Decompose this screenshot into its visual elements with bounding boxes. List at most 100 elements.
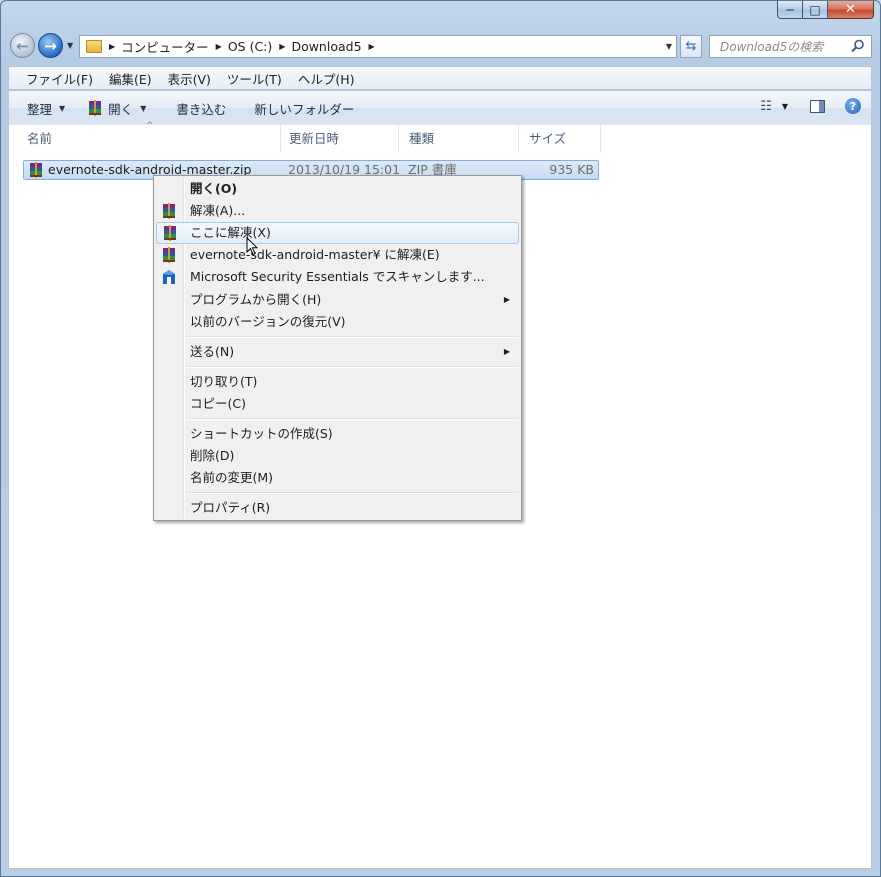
- column-size-label: サイズ: [529, 131, 567, 146]
- menu-item-create-shortcut[interactable]: ショートカットの作成(S): [156, 423, 519, 445]
- menu-item-rename[interactable]: 名前の変更(M): [156, 467, 519, 489]
- menu-item-cut[interactable]: 切り取り(T): [156, 371, 519, 393]
- column-type-label: 種類: [409, 131, 435, 146]
- forward-button[interactable]: →: [38, 33, 63, 58]
- view-options-icon[interactable]: ☷: [760, 99, 772, 114]
- menu-item-copy[interactable]: コピー(C): [156, 393, 519, 415]
- refresh-icon: ⇆: [685, 39, 697, 54]
- submenu-arrow-icon: ▶: [503, 347, 510, 356]
- breadcrumb-separator-icon[interactable]: ▶: [109, 42, 115, 51]
- menu-edit[interactable]: 編集(E): [101, 69, 160, 88]
- security-essentials-icon: [163, 270, 175, 284]
- navigation-bar: ← → ▼ ▶ コンピューター ▶ OS (C:) ▶ Download5 ▶ …: [1, 31, 880, 63]
- burn-label: 書き込む: [176, 101, 227, 117]
- breadcrumb-separator-icon[interactable]: ▶: [216, 42, 222, 51]
- winrar-archive-icon: [30, 162, 42, 178]
- menu-item-cut-label: 切り取り(T): [190, 374, 258, 389]
- menu-item-extract-here-label: ここに解凍(X): [190, 225, 271, 240]
- menu-item-scan[interactable]: Microsoft Security Essentials でスキャンします..…: [156, 266, 519, 288]
- close-icon: ✕: [845, 2, 856, 17]
- menu-separator: [186, 336, 519, 338]
- winrar-icon: [163, 203, 175, 219]
- column-header-type[interactable]: 種類: [399, 125, 519, 153]
- help-icon[interactable]: ?: [845, 98, 861, 114]
- chevron-down-icon[interactable]: ▼: [782, 102, 788, 111]
- menu-item-restore-versions[interactable]: 以前のバージョンの復元(V): [156, 311, 519, 333]
- menu-item-send-to-label: 送る(N): [190, 344, 235, 359]
- menu-item-open-with[interactable]: プログラムから開く(H) ▶: [156, 289, 519, 311]
- file-size: 935 KB: [549, 162, 594, 177]
- menu-tools[interactable]: ツール(T): [219, 69, 290, 88]
- column-name-label: 名前: [27, 131, 53, 146]
- maximize-icon: □: [809, 2, 821, 17]
- new-folder-button[interactable]: 新しいフォルダー: [254, 99, 354, 118]
- command-bar-right: ☷ ▼ ?: [760, 98, 861, 114]
- menu-item-delete-label: 削除(D): [190, 448, 235, 463]
- menu-file[interactable]: ファイル(F): [9, 69, 101, 88]
- menu-item-properties[interactable]: プロパティ(R): [156, 497, 519, 519]
- mouse-cursor-icon: [246, 237, 258, 256]
- organize-label: 整理: [27, 101, 53, 117]
- menu-item-shortcut-label: ショートカットの作成(S): [190, 426, 333, 441]
- menu-separator: [186, 492, 519, 494]
- menu-item-copy-label: コピー(C): [190, 396, 246, 411]
- search-icon[interactable]: [851, 39, 865, 53]
- address-history-dropdown[interactable]: ▼: [666, 42, 672, 51]
- breadcrumb-computer[interactable]: コンピューター: [121, 37, 209, 56]
- column-headers: 名前 ^ 更新日時 種類 サイズ: [9, 121, 871, 153]
- breadcrumb-os-drive[interactable]: OS (C:): [228, 39, 272, 54]
- address-bar[interactable]: ▶ コンピューター ▶ OS (C:) ▶ Download5 ▶ ▼: [79, 35, 677, 58]
- minimize-icon: ─: [786, 2, 794, 17]
- menu-item-properties-label: プロパティ(R): [190, 500, 271, 515]
- menu-item-restore-label: 以前のバージョンの復元(V): [190, 314, 346, 329]
- command-bar: 整理 ▼ 開く ▼ 書き込む 新しいフォルダー ☷ ▼ ?: [8, 91, 872, 125]
- folder-icon: [86, 40, 102, 53]
- menu-help[interactable]: ヘルプ(H): [290, 69, 363, 88]
- sort-ascending-icon: ^: [146, 121, 154, 131]
- search-box[interactable]: [709, 35, 872, 58]
- menu-item-extract-label: 解凍(A)...: [190, 203, 246, 218]
- menu-item-delete[interactable]: 削除(D): [156, 445, 519, 467]
- menu-item-extract-to-label: evernote-sdk-android-master¥ に解凍(E): [190, 247, 440, 262]
- menu-item-extract[interactable]: 解凍(A)...: [156, 200, 519, 222]
- menu-item-extract-to-folder[interactable]: evernote-sdk-android-master¥ に解凍(E): [156, 244, 519, 266]
- menu-item-open[interactable]: 開く(O): [156, 178, 519, 200]
- caption-buttons: ─ □ ✕: [777, 1, 874, 19]
- refresh-button[interactable]: ⇆: [680, 35, 702, 58]
- column-date-label: 更新日時: [289, 131, 340, 146]
- winrar-icon: [163, 247, 175, 263]
- column-header-size[interactable]: サイズ: [519, 125, 601, 153]
- forward-arrow-icon: →: [44, 36, 57, 55]
- breadcrumb-separator-icon[interactable]: ▶: [369, 42, 375, 51]
- organize-button[interactable]: 整理 ▼: [27, 99, 65, 118]
- menu-item-send-to[interactable]: 送る(N) ▶: [156, 341, 519, 363]
- menu-item-open-with-label: プログラムから開く(H): [190, 292, 322, 307]
- submenu-arrow-icon: ▶: [503, 295, 510, 304]
- menu-item-rename-label: 名前の変更(M): [190, 470, 274, 485]
- chevron-down-icon: ▼: [59, 103, 66, 113]
- breadcrumb-separator-icon[interactable]: ▶: [279, 42, 285, 51]
- menu-item-open-label: 開く(O): [190, 181, 238, 196]
- menu-separator: [186, 418, 519, 420]
- back-button[interactable]: ←: [10, 33, 35, 58]
- maximize-button[interactable]: □: [803, 1, 828, 19]
- menu-view[interactable]: 表示(V): [160, 69, 219, 88]
- winrar-icon: [89, 100, 102, 116]
- open-button[interactable]: 開く ▼: [87, 99, 146, 118]
- new-folder-label: 新しいフォルダー: [254, 101, 355, 117]
- breadcrumb-download5[interactable]: Download5: [291, 39, 361, 54]
- context-menu: 開く(O) 解凍(A)... ここに解凍(X) evernote-sdk-and…: [153, 175, 522, 521]
- open-label: 開く: [108, 101, 134, 117]
- chevron-down-icon: ▼: [140, 103, 147, 113]
- search-input[interactable]: [718, 38, 856, 55]
- close-button[interactable]: ✕: [828, 1, 874, 19]
- preview-pane-icon[interactable]: [810, 99, 825, 113]
- winrar-icon: [164, 225, 176, 241]
- menu-bar: ファイル(F) 編集(E) 表示(V) ツール(T) ヘルプ(H): [8, 66, 872, 90]
- minimize-button[interactable]: ─: [777, 1, 803, 19]
- menu-item-scan-label: Microsoft Security Essentials でスキャンします..…: [190, 269, 485, 284]
- recent-pages-dropdown[interactable]: ▼: [67, 41, 73, 50]
- burn-button[interactable]: 書き込む: [176, 99, 226, 118]
- column-header-date[interactable]: 更新日時: [279, 125, 399, 153]
- menu-item-extract-here[interactable]: ここに解凍(X): [156, 222, 519, 244]
